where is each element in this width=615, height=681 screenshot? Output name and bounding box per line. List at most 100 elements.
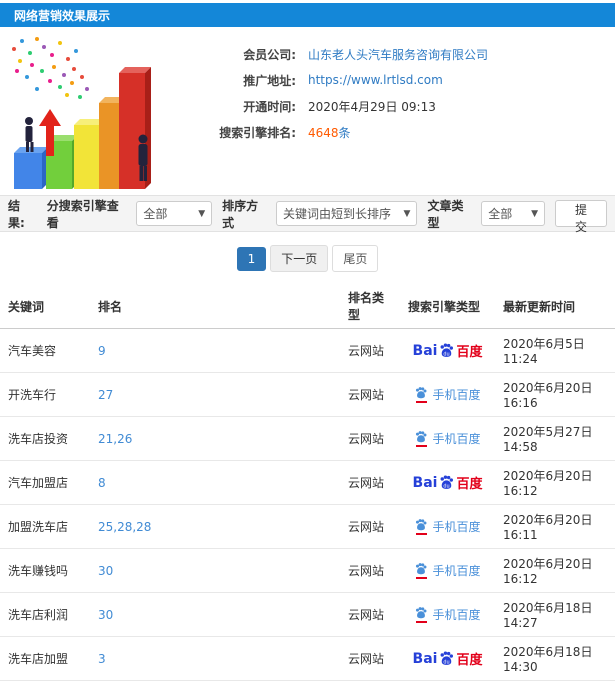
rank-type-text: 云网站 <box>348 476 385 490</box>
page-title: 网络营销效果展示 <box>14 8 111 23</box>
red-underline <box>415 445 427 447</box>
mobile-baidu-logo: 手机百度 <box>414 518 481 535</box>
table-row: 加盟洗车店 25,28,28 云网站 手机百度 2020年6月20日 16:11 <box>0 504 615 549</box>
rank-type-text: 云网站 <box>348 344 385 358</box>
rank-link[interactable]: 30 <box>98 564 113 578</box>
company-name-link[interactable]: 山东老人头汽车服务咨询有限公司 <box>308 46 488 63</box>
confetti-dots <box>12 37 89 99</box>
pagination: 1 下一页 尾页 <box>0 245 615 272</box>
top-title-bar: 网络营销效果展示 <box>0 3 615 27</box>
table-row: 洗车赚钱吗 30 云网站 手机百度 2020年6月20日 16:12 <box>0 548 615 593</box>
rank-link[interactable]: 8 <box>98 476 106 490</box>
column-header-rank-type: 排名类型 <box>340 284 400 329</box>
mobile-baidu-logo: 手机百度 <box>414 430 481 447</box>
mobile-baidu-logo: 手机百度 <box>414 562 481 579</box>
baidu-paw-icon: du <box>441 343 454 357</box>
last-page-button[interactable]: 尾页 <box>332 245 379 272</box>
keyword-text: 洗车店利润 <box>8 608 69 622</box>
rank-link[interactable]: 21,26 <box>98 432 132 446</box>
updated-text: 2020年6月5日 11:24 <box>503 337 585 366</box>
rank-type-text: 云网站 <box>348 520 385 534</box>
table-row: 洗车店利润 30 云网站 手机百度 2020年6月18日 14:27 <box>0 592 615 637</box>
mobile-baidu-paw-icon <box>416 387 427 399</box>
updated-text: 2020年6月20日 16:11 <box>503 513 593 542</box>
table-row: 洗车店加盟 3 云网站 Bai du 百度 2020年6月18日 14:30 <box>0 636 615 681</box>
svg-text:du: du <box>444 351 450 357</box>
sort-select[interactable]: 关键词由短到长排序 ▼ <box>275 201 418 226</box>
rank-link[interactable]: 27 <box>98 388 113 402</box>
info-row-company: 会员公司: 山东老人头汽车服务咨询有限公司 <box>184 41 488 67</box>
promo-url-label: 推广地址: <box>243 73 296 88</box>
info-row-url: 推广地址: https://www.lrtlsd.com <box>184 67 488 93</box>
red-underline <box>415 401 427 403</box>
table-row: 汽车美容 9 云网站 Bai du 百度 2020年6月5日 11:24 <box>0 328 615 373</box>
info-row-open-time: 开通时间: 2020年4月29日 09:13 <box>184 93 488 119</box>
company-info-panel: 会员公司: 山东老人头汽车服务咨询有限公司 推广地址: https://www.… <box>184 27 488 195</box>
table-header-row: 关键词 排名 排名类型 搜索引擎类型 最新更新时间 <box>0 284 615 329</box>
column-header-keyword: 关键词 <box>0 284 90 329</box>
submit-button[interactable]: 提交 <box>555 200 607 234</box>
updated-text: 2020年6月20日 16:12 <box>503 557 593 586</box>
mobile-baidu-paw-icon <box>416 519 427 531</box>
results-table: 关键词 排名 排名类型 搜索引擎类型 最新更新时间 汽车美容 9 云网站 Bai… <box>0 284 615 681</box>
keyword-text: 洗车店加盟 <box>8 652 69 666</box>
rank-type-text: 云网站 <box>348 388 385 402</box>
rank-count-unit: 条 <box>338 125 351 140</box>
keyword-text: 开洗车行 <box>8 388 57 402</box>
column-header-rank: 排名 <box>90 284 340 329</box>
bar-blue <box>14 147 48 189</box>
svg-text:du: du <box>444 659 450 665</box>
page-button-1[interactable]: 1 <box>236 246 267 271</box>
open-time-label: 开通时间: <box>243 99 296 114</box>
businessman-figure-right <box>138 134 148 181</box>
rank-type-text: 云网站 <box>348 608 385 622</box>
baidu-logo: Bai du 百度 <box>412 650 483 669</box>
table-row: 汽车加盟店 8 云网站 Bai du 百度 2020年6月20日 16:12 <box>0 460 615 505</box>
svg-text:du: du <box>444 483 450 489</box>
updated-text: 2020年5月27日 14:58 <box>503 425 593 454</box>
mobile-baidu-logo: 手机百度 <box>414 386 481 403</box>
keyword-text: 汽车美容 <box>8 344 57 358</box>
updated-text: 2020年6月20日 16:12 <box>503 469 593 498</box>
red-underline <box>415 577 427 579</box>
article-type-select[interactable]: 全部 ▼ <box>481 201 546 226</box>
mobile-baidu-paw-icon <box>416 431 427 443</box>
info-row-rank-count: 搜索引擎排名: 4648条 <box>184 119 488 145</box>
filter-bar: 结果: 分搜索引擎查看 全部 ▼ 排序方式 关键词由短到长排序 ▼ 文章类型 全… <box>0 195 615 234</box>
engine-filter-select[interactable]: 全部 ▼ <box>136 201 213 226</box>
red-underline <box>415 533 427 535</box>
caret-down-icon: ▼ <box>531 208 539 219</box>
sort-label: 排序方式 <box>222 198 259 230</box>
rank-type-text: 云网站 <box>348 652 385 666</box>
baidu-paw-icon: du <box>441 651 454 665</box>
rank-link[interactable]: 3 <box>98 652 106 666</box>
red-underline <box>415 621 427 623</box>
baidu-paw-icon: du <box>441 475 454 489</box>
keyword-text: 汽车加盟店 <box>8 476 69 490</box>
promo-url-link[interactable]: https://www.lrtlsd.com <box>308 73 443 87</box>
open-time-value: 2020年4月29日 09:13 <box>308 99 436 114</box>
keyword-text: 洗车赚钱吗 <box>8 564 69 578</box>
updated-text: 2020年6月18日 14:27 <box>503 601 593 630</box>
next-page-button[interactable]: 下一页 <box>270 245 329 272</box>
company-label: 会员公司: <box>243 47 296 62</box>
businessman-figure-left <box>25 117 34 152</box>
updated-text: 2020年6月20日 16:16 <box>503 381 593 410</box>
keyword-text: 洗车店投资 <box>8 432 69 446</box>
info-section: 会员公司: 山东老人头汽车服务咨询有限公司 推广地址: https://www.… <box>0 27 615 195</box>
rank-link[interactable]: 30 <box>98 608 113 622</box>
rank-count-number: 4648 <box>308 125 339 140</box>
mobile-baidu-paw-icon <box>416 607 427 619</box>
marketing-bar-chart-illustration <box>12 37 151 189</box>
rank-type-text: 云网站 <box>348 564 385 578</box>
baidu-logo: Bai du 百度 <box>412 342 483 361</box>
mobile-baidu-paw-icon <box>416 563 427 575</box>
filter-controls: 分搜索引擎查看 全部 ▼ 排序方式 关键词由短到长排序 ▼ 文章类型 全部 ▼ … <box>37 197 607 234</box>
mobile-baidu-logo: 手机百度 <box>414 606 481 623</box>
article-type-label: 文章类型 <box>427 198 464 230</box>
rank-link[interactable]: 9 <box>98 344 106 358</box>
keyword-text: 加盟洗车店 <box>8 520 69 534</box>
rank-link[interactable]: 25,28,28 <box>98 520 151 534</box>
caret-down-icon: ▼ <box>198 208 206 219</box>
caret-down-icon: ▼ <box>403 208 411 219</box>
